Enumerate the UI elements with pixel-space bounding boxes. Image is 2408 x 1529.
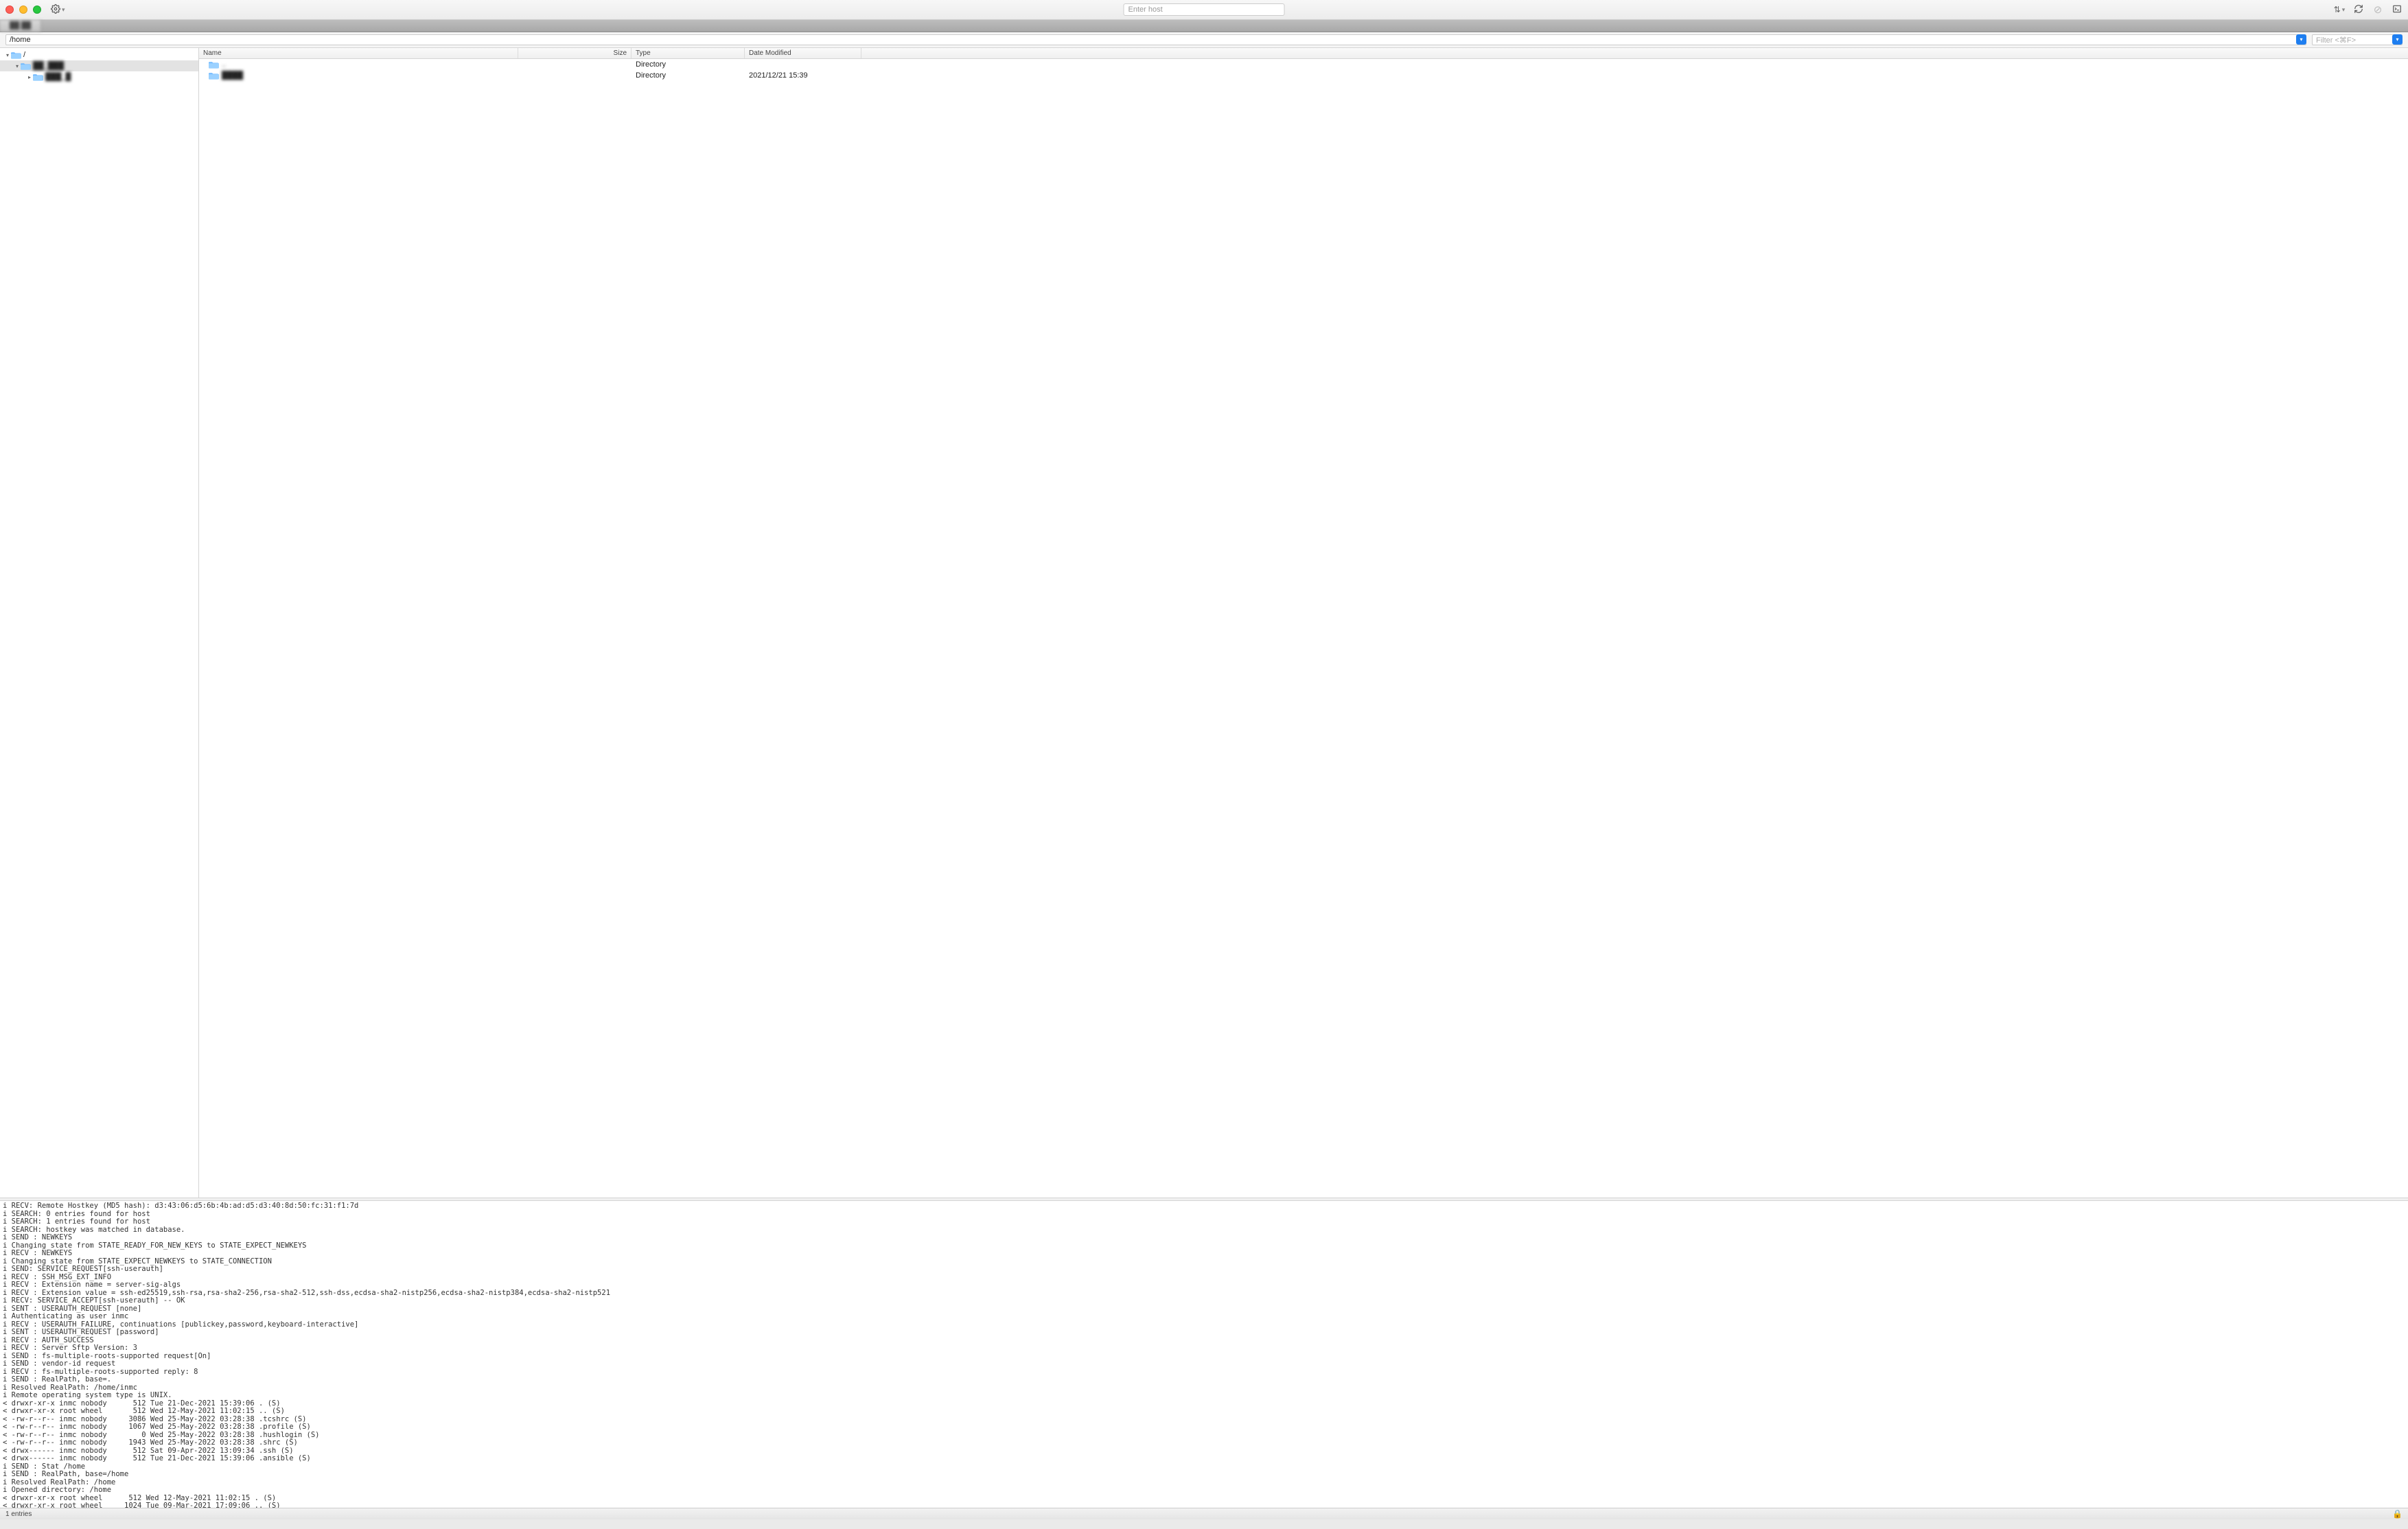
stop-button[interactable]: ⊘ bbox=[2372, 4, 2383, 15]
folder-tree[interactable]: ▾/▾██_███▸███_█ bbox=[0, 48, 199, 1198]
column-header-type[interactable]: Type bbox=[632, 48, 745, 58]
titlebar: ▾ Enter host ⇅ ▾ ⊘ bbox=[0, 0, 2408, 20]
tree-item-label: / bbox=[23, 51, 25, 59]
filter-input[interactable]: Filter <⌘F> ▾ bbox=[2312, 34, 2403, 45]
settings-menu-button[interactable]: ▾ bbox=[51, 4, 65, 16]
folder-icon bbox=[33, 73, 43, 81]
gear-icon bbox=[51, 4, 60, 16]
lock-icon: 🔒 bbox=[2392, 1509, 2403, 1519]
filter-dropdown-button[interactable]: ▾ bbox=[2392, 34, 2403, 45]
host-input[interactable]: Enter host bbox=[1124, 3, 1285, 16]
zoom-window-button[interactable] bbox=[33, 5, 41, 14]
column-header-date[interactable]: Date Modified bbox=[745, 48, 861, 58]
file-row[interactable]: ████ Directory2021/12/21 15:39 bbox=[199, 70, 2408, 81]
stop-icon: ⊘ bbox=[2374, 3, 2383, 16]
file-name: ████ bbox=[222, 71, 243, 80]
updown-arrows-icon: ⇅ bbox=[2334, 5, 2341, 14]
terminal-button[interactable] bbox=[2392, 4, 2403, 15]
file-date: 2021/12/21 15:39 bbox=[745, 71, 861, 80]
folder-icon bbox=[209, 71, 219, 80]
filter-placeholder: Filter <⌘F> bbox=[2316, 36, 2356, 45]
tab-label: ██ ██ bbox=[10, 22, 31, 30]
host-placeholder: Enter host bbox=[1128, 5, 1163, 14]
minimize-window-button[interactable] bbox=[19, 5, 27, 14]
path-dropdown-button[interactable]: ▾ bbox=[2296, 34, 2306, 45]
tree-item-label: ██_███ bbox=[33, 62, 64, 70]
column-header-name[interactable]: Name bbox=[199, 48, 518, 58]
bottom-spacer bbox=[0, 1519, 2408, 1529]
column-header-spare bbox=[861, 48, 2408, 58]
connection-tab[interactable]: ██ ██ bbox=[0, 20, 41, 32]
disclosure-triangle-icon[interactable]: ▾ bbox=[4, 52, 11, 58]
file-name: .. bbox=[222, 60, 226, 69]
path-value: /home bbox=[10, 36, 31, 44]
status-text: 1 entries bbox=[5, 1510, 32, 1518]
tree-item[interactable]: ▾/ bbox=[0, 49, 198, 60]
file-type: Directory bbox=[632, 71, 745, 80]
refresh-button[interactable] bbox=[2353, 4, 2364, 15]
disclosure-triangle-icon[interactable]: ▾ bbox=[14, 63, 21, 69]
file-row[interactable]: .. Directory bbox=[199, 59, 2408, 70]
file-rows[interactable]: .. Directory ████ Directory2021/12/21 15:39 bbox=[199, 59, 2408, 1198]
folder-icon bbox=[209, 60, 219, 69]
folder-icon bbox=[21, 62, 31, 70]
main-split: ▾/▾██_███▸███_█ Name Size Type Date Modi… bbox=[0, 48, 2408, 1198]
column-header-size[interactable]: Size bbox=[518, 48, 632, 58]
log-text: i RECV: Remote Hostkey (MD5 hash): d3:43… bbox=[3, 1202, 2405, 1508]
path-input[interactable]: /home ▾ bbox=[5, 34, 2306, 45]
status-bar: 1 entries 🔒 bbox=[0, 1508, 2408, 1519]
file-type: Directory bbox=[632, 60, 745, 69]
log-pane[interactable]: i RECV: Remote Hostkey (MD5 hash): d3:43… bbox=[0, 1200, 2408, 1508]
column-headers: Name Size Type Date Modified bbox=[199, 48, 2408, 59]
folder-icon bbox=[11, 51, 21, 59]
tree-item[interactable]: ▸ ███_█ bbox=[0, 71, 198, 82]
titlebar-right-controls: ⇅ ▾ ⊘ bbox=[2334, 4, 2403, 15]
chevron-down-icon: ▾ bbox=[2342, 6, 2346, 14]
refresh-icon bbox=[2354, 4, 2363, 16]
close-window-button[interactable] bbox=[5, 5, 14, 14]
chevron-down-icon: ▾ bbox=[62, 6, 65, 14]
path-bar: /home ▾ Filter <⌘F> ▾ bbox=[0, 32, 2408, 48]
terminal-icon bbox=[2392, 4, 2402, 16]
transfer-queue-button[interactable]: ⇅ ▾ bbox=[2334, 4, 2345, 15]
window-controls bbox=[5, 5, 41, 14]
tree-item-label: ███_█ bbox=[45, 73, 71, 81]
tab-bar: ██ ██ bbox=[0, 20, 2408, 32]
tree-item[interactable]: ▾ ██_███ bbox=[0, 60, 198, 71]
disclosure-triangle-icon[interactable]: ▸ bbox=[26, 74, 33, 80]
app-window: ▾ Enter host ⇅ ▾ ⊘ bbox=[0, 0, 2408, 1529]
file-list: Name Size Type Date Modified .. Directory… bbox=[199, 48, 2408, 1198]
